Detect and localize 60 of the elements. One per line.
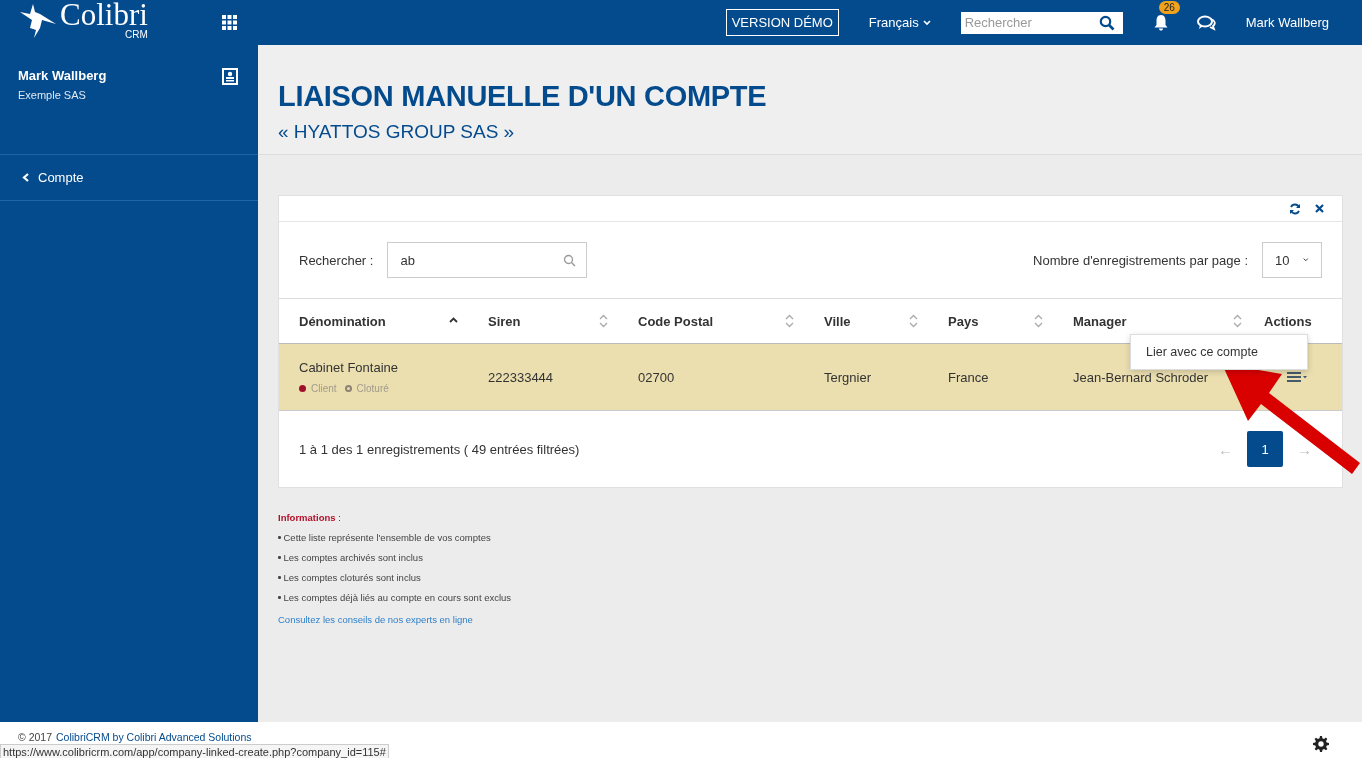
contact-card-icon[interactable] (222, 68, 238, 85)
table-cell: Tergnier (824, 369, 871, 385)
table-search-field[interactable]: ab (387, 242, 588, 278)
info-title: Informations (278, 512, 336, 523)
bullet-icon (278, 596, 281, 599)
settings-icon[interactable] (1313, 736, 1329, 752)
demo-version-button[interactable]: VERSION DÉMO (725, 9, 839, 36)
page-title: LIAISON MANUELLE D'UN COMPTE (278, 80, 767, 113)
user-menu[interactable]: Mark Wallberg (1245, 15, 1329, 30)
info-item: Les comptes déjà liés au compte en cours sont exclus (283, 592, 512, 603)
records-summary: 1 à 1 des 1 enregistrements ( 49 entrées filtrées) (299, 441, 580, 457)
info-item: Cette liste représente l'ensemble de vos comptes (283, 532, 491, 543)
refresh-icon[interactable] (1289, 202, 1301, 215)
apps-grid-icon[interactable] (222, 15, 237, 30)
user-name: Mark Wallberg (18, 68, 107, 83)
column-header[interactable]: Ville (824, 313, 851, 329)
chevron-down-icon (1303, 257, 1309, 263)
status-label: Cloturé (356, 383, 389, 394)
company-link[interactable]: ColibriCRM by Colibri Advanced Solutions (56, 731, 252, 743)
search-field[interactable]: Rechercher (960, 11, 1123, 34)
search-icon (563, 253, 577, 267)
search-icon (1098, 14, 1115, 31)
page-size-label: Nombre d'enregistrements par page : (1033, 252, 1248, 268)
copyright-text: © 2017 (18, 731, 52, 743)
table-cell: 222333444 (488, 369, 554, 385)
menu-icon[interactable] (1287, 371, 1308, 382)
info-colon: : (338, 512, 341, 523)
chevron-down-icon (922, 19, 931, 26)
column-header[interactable]: Dénomination (299, 313, 386, 329)
close-icon[interactable] (1315, 204, 1324, 213)
table-cell: France (948, 369, 989, 385)
chevron-left-icon (22, 173, 29, 182)
column-header[interactable]: Manager (1073, 313, 1127, 329)
company-name: Exemple SAS (18, 89, 87, 101)
table-cell: Jean-Bernard Schroder (1073, 369, 1209, 385)
column-header[interactable]: Actions (1264, 313, 1312, 329)
chat-bubbles-icon[interactable] (1196, 14, 1216, 31)
info-item: Les comptes cloturés sont inclus (283, 572, 421, 583)
experts-link[interactable]: Consultez les conseils de nos experts en ligne (278, 614, 473, 625)
logo-subtitle: CRM (125, 29, 148, 40)
company-name: Cabinet Fontaine (299, 360, 398, 375)
column-header[interactable]: Pays (948, 313, 979, 329)
page-button[interactable]: 1 (1247, 431, 1283, 467)
bullet-icon (278, 536, 281, 539)
search-label: Rechercher : (299, 252, 374, 268)
column-header[interactable]: Siren (488, 313, 521, 329)
logo-text: Colibri (60, 0, 148, 30)
bullet-icon (278, 576, 281, 579)
page-subtitle: « HYATTOS GROUP SAS » (278, 121, 515, 143)
status-label: Client (311, 383, 337, 394)
notification-badge: 26 (1158, 1, 1180, 14)
page-size-select[interactable]: 10 (1262, 242, 1322, 278)
menu-item[interactable]: Lier avec ce compte (1131, 345, 1307, 359)
column-header[interactable]: Code Postal (638, 313, 714, 329)
info-item: Les comptes archivés sont inclus (283, 552, 423, 563)
table-cell: 02700 (638, 369, 675, 385)
language-selector[interactable]: Français (868, 15, 919, 30)
bell-icon[interactable] (1152, 14, 1169, 31)
status-bar-url: https://www.colibricrm.com/app/company-linked-create.php?company_id=115# (0, 744, 389, 758)
bullet-icon (278, 556, 281, 559)
